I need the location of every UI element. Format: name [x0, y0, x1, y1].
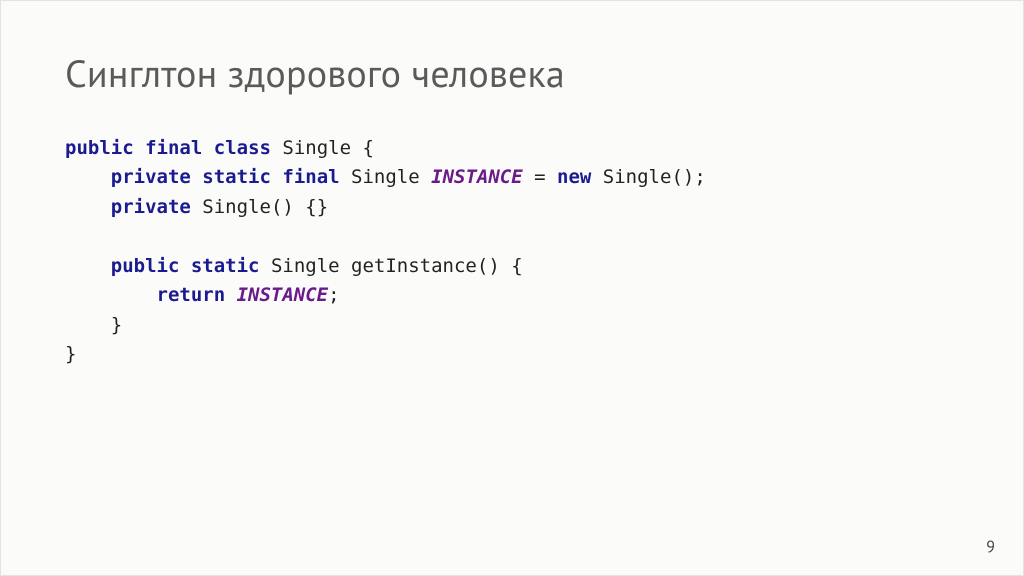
identifier-single: Single [271, 255, 340, 277]
keyword-return: return [157, 284, 226, 306]
space [271, 137, 282, 159]
slide: Синглтон здорового человека public final… [0, 0, 1024, 576]
space [191, 196, 202, 218]
indent [65, 284, 157, 306]
space [260, 255, 271, 277]
constant-instance: INSTANCE [237, 284, 329, 306]
keyword-public: public [65, 137, 134, 159]
keyword-private: private [111, 166, 191, 188]
space [420, 166, 431, 188]
space [523, 166, 534, 188]
keyword-public: public [111, 255, 180, 277]
space [179, 255, 190, 277]
identifier-single: Single [351, 166, 420, 188]
empty-braces: {} [305, 196, 328, 218]
keyword-new: new [557, 166, 591, 188]
brace-close: } [65, 343, 76, 365]
space [351, 137, 362, 159]
parens: () [477, 255, 500, 277]
space [134, 137, 145, 159]
space [202, 137, 213, 159]
indent [65, 255, 111, 277]
keyword-private: private [111, 196, 191, 218]
constant-instance: INSTANCE [431, 166, 523, 188]
keyword-final: final [145, 137, 202, 159]
indent [65, 166, 111, 188]
space [340, 255, 351, 277]
space [500, 255, 511, 277]
identifier-single: Single [282, 137, 351, 159]
page-number: 9 [986, 537, 995, 557]
identifier-getinstance: getInstance [351, 255, 477, 277]
keyword-final: final [282, 166, 339, 188]
keyword-static: static [191, 255, 260, 277]
brace-open: { [511, 255, 522, 277]
equals: = [534, 166, 545, 188]
keyword-class: class [214, 137, 271, 159]
space [271, 166, 282, 188]
slide-title: Синглтон здорового человека [65, 49, 959, 98]
space [546, 166, 557, 188]
brace-open: { [363, 137, 374, 159]
semicolon: ; [328, 284, 339, 306]
space [340, 166, 351, 188]
indent [65, 314, 111, 336]
identifier-single: Single [202, 196, 271, 218]
parens: () [671, 166, 694, 188]
space [294, 196, 305, 218]
code-block: public final class Single { private stat… [65, 134, 959, 370]
semicolon: ; [694, 166, 705, 188]
space [191, 166, 202, 188]
space [591, 166, 602, 188]
brace-close: } [111, 314, 122, 336]
space [225, 284, 236, 306]
parens: () [271, 196, 294, 218]
indent [65, 196, 111, 218]
keyword-static: static [202, 166, 271, 188]
identifier-single: Single [603, 166, 672, 188]
